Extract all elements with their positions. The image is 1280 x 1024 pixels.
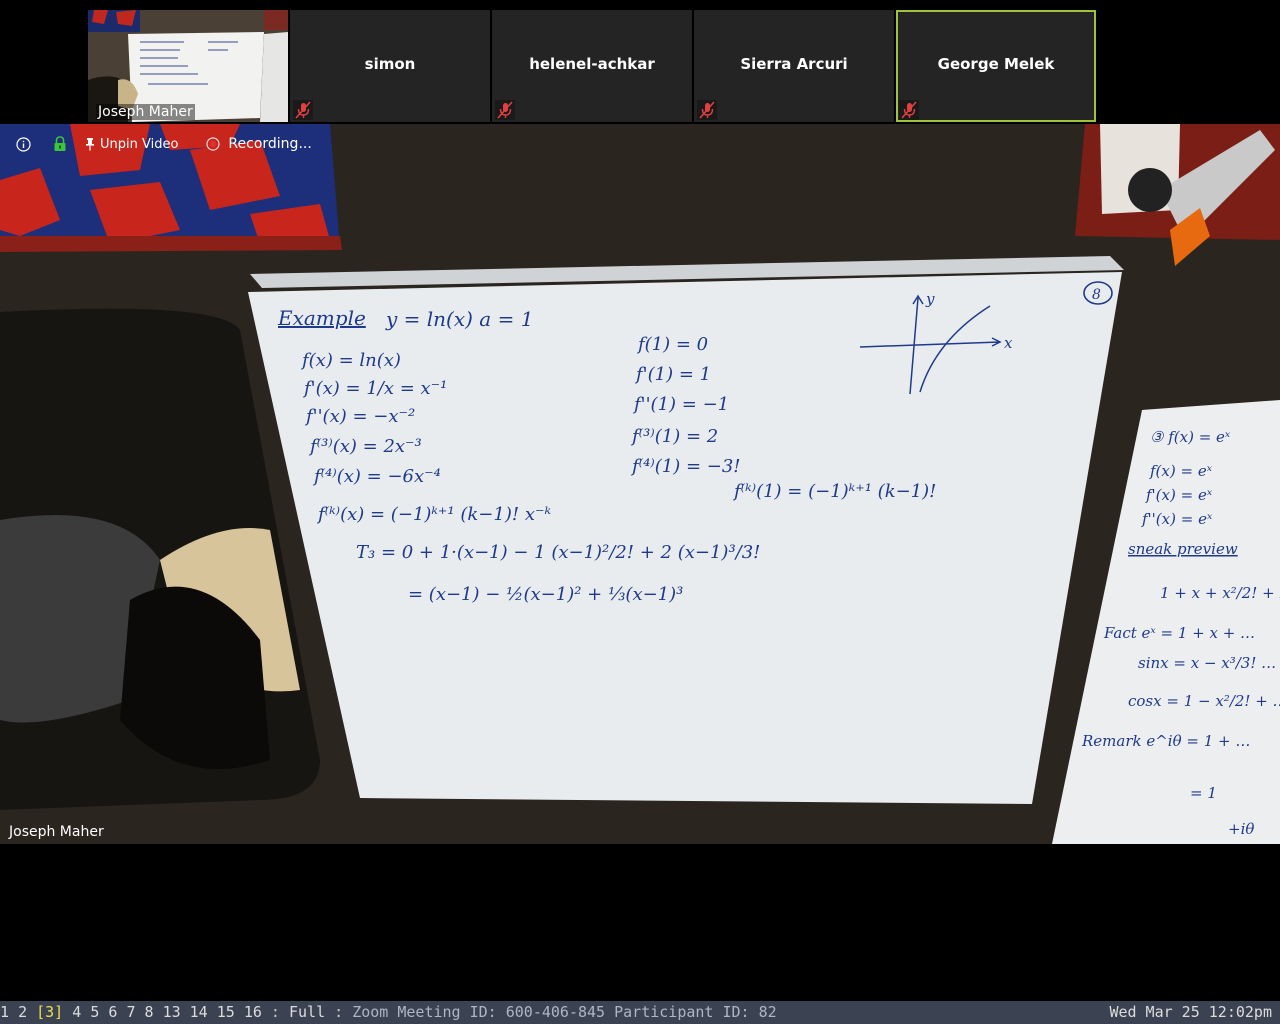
video-toolbar: Unpin Video Recording...: [0, 124, 330, 164]
participant-tile-sierra-arcuri[interactable]: Sierra Arcuri: [694, 10, 894, 122]
wb-side-10: = 1: [1190, 784, 1217, 802]
wb-side-11: +iθ: [1228, 820, 1254, 838]
wb-graph-x-label: x: [1004, 334, 1013, 352]
record-icon: [206, 137, 221, 151]
unpin-video-label: Unpin Video: [100, 136, 179, 152]
mic-muted-icon: [293, 100, 313, 120]
wb-derivative-2: f''(x) = −x⁻²: [304, 406, 415, 427]
wb-derivative-4: f⁽⁴⁾(x) = −6x⁻⁴: [312, 466, 441, 487]
recording-label: Recording...: [228, 136, 312, 152]
wb-side-9: Remark e^iθ = 1 + …: [1081, 732, 1250, 750]
workspace-1[interactable]: 1: [0, 1003, 9, 1021]
workspace-3-current[interactable]: [3]: [36, 1003, 63, 1021]
info-button[interactable]: [16, 136, 31, 152]
wb-value-2: f''(1) = −1: [632, 394, 729, 415]
wb-value-3: f⁽³⁾(1) = 2: [630, 426, 718, 447]
participant-tile-george-melek[interactable]: George Melek: [896, 10, 1096, 122]
info-icon: [16, 136, 31, 152]
workspace-2[interactable]: 2: [18, 1003, 27, 1021]
wb-side-5: 1 + x + x²/2! + x³/3!: [1160, 584, 1280, 602]
workspace-6[interactable]: 6: [108, 1003, 117, 1021]
wb-side-1: f(x) = eˣ: [1149, 462, 1213, 480]
mic-muted-icon: [899, 100, 919, 120]
self-participant-name: Joseph Maher: [96, 104, 195, 120]
wb-value-1: f'(1) = 1: [634, 364, 711, 385]
wb-side-0: ③ f(x) = eˣ: [1150, 428, 1231, 446]
workspace-5[interactable]: 5: [90, 1003, 99, 1021]
wb-side-8: cosx = 1 − x²/2! + …: [1128, 692, 1280, 710]
mic-muted-icon: [495, 100, 515, 120]
wb-value-k: f⁽ᵏ⁾(1) = (−1)ᵏ⁺¹ (k−1)!: [732, 481, 936, 502]
wb-side-4: sneak preview: [1128, 540, 1238, 558]
main-video-participant-name: Joseph Maher: [9, 824, 104, 840]
wb-heading: Example: [277, 306, 366, 330]
wm-status-bar: 1 2 [3] 4 5 6 7 8 13 14 15 16 : Full : Z…: [0, 1001, 1280, 1024]
encryption-indicator[interactable]: [53, 136, 67, 152]
participant-tile-helenel-achkar[interactable]: helenel-achkar: [492, 10, 692, 122]
participant-name: simon: [364, 55, 416, 73]
unpin-video-button[interactable]: Unpin Video: [85, 137, 178, 152]
wb-problem: y = ln(x) a = 1: [385, 307, 533, 331]
workspace-16[interactable]: 16: [244, 1003, 262, 1021]
participant-name: Sierra Arcuri: [740, 55, 848, 73]
wb-derivative-0: f(x) = ln(x): [300, 350, 401, 371]
wb-derivative-3: f⁽³⁾(x) = 2x⁻³: [308, 436, 422, 457]
workspace-15[interactable]: 15: [217, 1003, 235, 1021]
workspace-13[interactable]: 13: [163, 1003, 181, 1021]
wb-page-number: 8: [1092, 287, 1101, 303]
recording-indicator[interactable]: Recording...: [206, 136, 312, 152]
main-video-feed[interactable]: Example y = ln(x) a = 1 f(x) = ln(x) f'(…: [0, 124, 1280, 844]
whiteboard-camera-scene: Example y = ln(x) a = 1 f(x) = ln(x) f'(…: [0, 124, 1280, 844]
self-video-tile[interactable]: Joseph Maher: [88, 10, 288, 122]
wb-side-2: f'(x) = eˣ: [1145, 486, 1213, 504]
wb-side-3: f''(x) = eˣ: [1141, 510, 1213, 528]
mic-muted-icon: [697, 100, 717, 120]
wb-value-0: f(1) = 0: [636, 334, 708, 355]
participant-strip: Joseph Maher simon helenel-achkar Sierra…: [0, 0, 1280, 124]
participant-tile-simon[interactable]: simon: [290, 10, 490, 122]
workspace-7[interactable]: 7: [126, 1003, 135, 1021]
lock-icon: [54, 136, 66, 151]
participant-name: George Melek: [937, 55, 1055, 73]
workspace-4[interactable]: 4: [72, 1003, 81, 1021]
participant-name: helenel-achkar: [529, 55, 655, 73]
wb-side-7: sinx = x − x³/3! …: [1138, 654, 1276, 672]
wb-taylor-line2: = (x−1) − ½(x−1)² + ⅓(x−1)³: [408, 584, 683, 605]
clock: Wed Mar 25 12:02pm: [1109, 1003, 1272, 1021]
wb-value-4: f⁽⁴⁾(1) = −3!: [630, 456, 741, 477]
wb-taylor-line1: T₃ = 0 + 1·(x−1) − 1 (x−1)²/2! + 2 (x−1)…: [356, 542, 760, 563]
workspace-14[interactable]: 14: [190, 1003, 208, 1021]
wb-graph-y-label: y: [925, 290, 935, 308]
workspace-8[interactable]: 8: [145, 1003, 154, 1021]
wb-side-6: Fact eˣ = 1 + x + …: [1103, 624, 1255, 642]
window-title: Zoom Meeting ID: 600-406-845 Participant…: [352, 1003, 777, 1021]
pin-icon: [86, 138, 94, 151]
wb-derivative-1: f'(x) = 1/x = x⁻¹: [302, 378, 447, 399]
layout-mode: Full: [289, 1003, 326, 1021]
wb-derivative-k: f⁽ᵏ⁾(x) = (−1)ᵏ⁺¹ (k−1)! x⁻ᵏ: [316, 504, 551, 525]
workspace-list: 1 2 [3] 4 5 6 7 8 13 14 15 16: [0, 1003, 262, 1021]
